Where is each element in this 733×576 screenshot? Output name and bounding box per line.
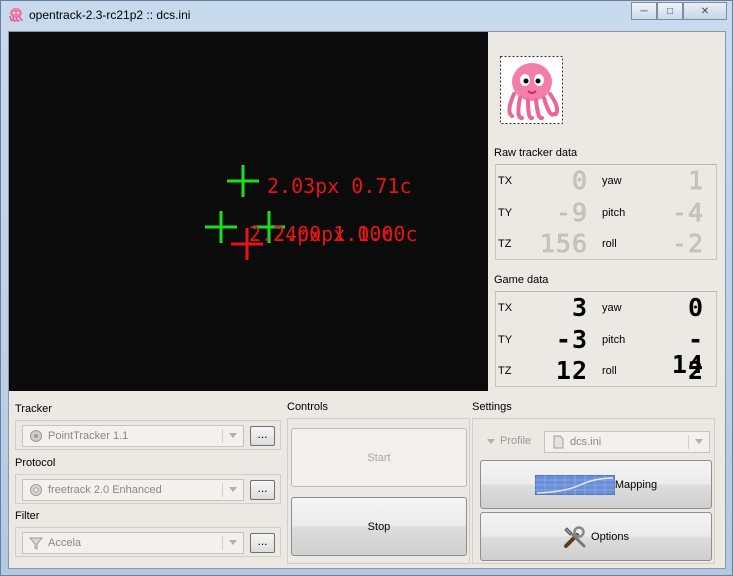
curve-graph-icon: [534, 474, 615, 495]
raw-tx-label: TX: [498, 175, 513, 187]
settings-group: Profile dcs.ini Mapping Options: [472, 418, 715, 564]
profile-select[interactable]: dcs.ini: [544, 431, 710, 453]
video-feed: 2.03px 0.71c 2.24px 1.00c 2.00px 1.00c: [9, 32, 488, 391]
raw-tz-label: TZ: [498, 238, 512, 250]
gear-icon: [30, 484, 42, 496]
raw-yaw-label: yaw: [602, 175, 622, 187]
main-panel: 2.03px 0.71c 2.24px 1.00c 2.00px 1.00c R…: [8, 31, 726, 569]
game-roll-value: 2: [687, 356, 704, 385]
mapping-button[interactable]: Mapping: [480, 460, 712, 509]
protocol-label: Protocol: [15, 457, 56, 469]
octopus-mascot-icon: [500, 56, 563, 124]
filter-select[interactable]: Accela: [22, 532, 244, 554]
tracker-value: PointTracker 1.1: [48, 430, 129, 442]
game-yaw-label: yaw: [602, 302, 622, 314]
tracked-point-1: [227, 165, 259, 197]
game-data-box: TX 3 yaw 0 TY -3 pitch - 14 TZ 12 roll 2: [495, 291, 717, 387]
game-tx-value: 3: [571, 293, 588, 322]
protocol-group: freetrack 2.0 Enhanced ...: [15, 474, 281, 504]
raw-pitch-label: pitch: [602, 207, 626, 219]
close-button[interactable]: ✕: [683, 2, 727, 20]
options-button-label: Options: [591, 530, 629, 543]
start-button[interactable]: Start: [291, 428, 467, 487]
raw-yaw-value: 1: [687, 166, 704, 195]
chevron-down-icon: [229, 540, 237, 545]
controls-group: Start Stop: [287, 418, 470, 564]
minimize-icon: ─: [640, 5, 648, 17]
game-tz-value: 12: [555, 356, 588, 385]
tracker-settings-button[interactable]: ...: [250, 426, 275, 446]
mapping-button-label: Mapping: [614, 478, 658, 491]
chevron-down-icon: [487, 438, 495, 444]
protocol-value: freetrack 2.0 Enhanced: [48, 484, 162, 496]
chevron-down-icon: [695, 439, 703, 444]
raw-tz-value: 156: [539, 229, 588, 258]
profile-label-text: Profile: [500, 435, 532, 447]
game-roll-label: roll: [602, 365, 617, 377]
game-yaw-value: 0: [687, 293, 704, 322]
game-pitch-label: pitch: [602, 334, 626, 346]
filter-label: Filter: [15, 510, 40, 522]
game-ty-label: TY: [498, 334, 513, 346]
octopus-icon: [9, 8, 23, 22]
window-title: opentrack-2.3-rc21p2 :: dcs.ini: [29, 8, 191, 22]
window-controls: ─ □ ✕: [631, 2, 727, 21]
minimize-button[interactable]: ─: [631, 2, 657, 20]
tracker-select[interactable]: PointTracker 1.1: [22, 425, 244, 447]
raw-roll-label: roll: [602, 238, 617, 250]
raw-ty-label: TY: [498, 207, 513, 219]
chevron-down-icon: [229, 433, 237, 438]
settings-label: Settings: [472, 401, 512, 413]
raw-tracker-title: Raw tracker data: [494, 147, 578, 159]
game-tx-label: TX: [498, 302, 513, 314]
controls-label: Controls: [287, 401, 328, 413]
point-label-1: 2.03px 0.71c: [267, 174, 412, 198]
options-button[interactable]: Options: [480, 512, 712, 561]
profile-value: dcs.ini: [570, 436, 602, 448]
filter-value: Accela: [48, 537, 82, 549]
close-icon: ✕: [700, 5, 710, 17]
funnel-icon: [29, 537, 43, 550]
game-tz-label: TZ: [498, 365, 512, 377]
point-label-3: 2.00px 1.00c: [273, 222, 418, 246]
protocol-select[interactable]: freetrack 2.0 Enhanced: [22, 479, 244, 501]
app-window: opentrack-2.3-rc21p2 :: dcs.ini ─ □ ✕ 2.…: [0, 0, 733, 576]
maximize-icon: □: [666, 5, 674, 17]
protocol-settings-button[interactable]: ...: [250, 480, 275, 500]
profile-label: Profile: [487, 435, 531, 447]
video-overlay: 2.03px 0.71c 2.24px 1.00c 2.00px 1.00c: [205, 165, 418, 260]
raw-pitch-value: -4: [671, 198, 704, 227]
tracker-group: PointTracker 1.1 ...: [15, 420, 281, 450]
raw-ty-value: -9: [555, 198, 588, 227]
tracker-label: Tracker: [15, 403, 52, 415]
raw-roll-value: -2: [671, 229, 704, 258]
chevron-down-icon: [229, 487, 237, 492]
file-icon: [553, 435, 564, 449]
tracked-point-2: [205, 211, 237, 243]
game-data-title: Game data: [494, 274, 549, 286]
title-bar[interactable]: opentrack-2.3-rc21p2 :: dcs.ini ─ □ ✕: [1, 1, 732, 29]
filter-group: Accela ...: [15, 527, 281, 557]
filter-settings-button[interactable]: ...: [250, 533, 275, 553]
game-ty-value: -3: [555, 325, 588, 354]
stop-button[interactable]: Stop: [291, 497, 467, 556]
maximize-button[interactable]: □: [657, 2, 683, 20]
raw-tracker-box: TX 0 yaw 1 TY -9 pitch -4 TZ 156 roll -2: [495, 164, 717, 260]
crosshair-icon: [30, 430, 42, 442]
raw-tx-value: 0: [571, 166, 588, 195]
tools-icon: [564, 525, 586, 548]
